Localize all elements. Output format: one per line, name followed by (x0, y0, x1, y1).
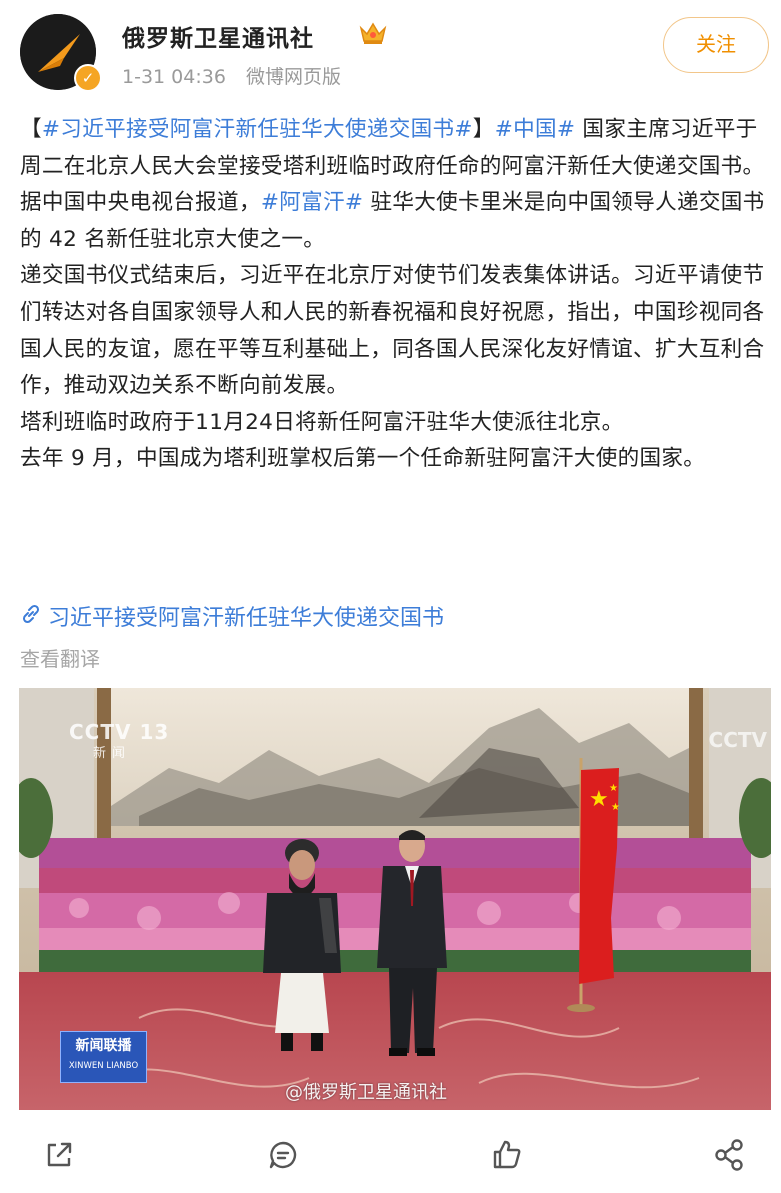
post-time: 1-31 04:36 (122, 66, 226, 88)
cctv-13-logo: CCTV 13 新闻 (69, 720, 169, 761)
post-text-segment: 递交国书仪式结束后，习近平在北京厅对使节们发表集体讲话。习近平请使节们转达对各自… (20, 263, 765, 399)
like-icon (493, 1140, 521, 1169)
cctv-left-text: CCTV 13 (69, 720, 170, 744)
post-text: 【#习近平接受阿富汗新任驻华大使递交国书#】#中国# 国家主席习近平于周二在北京… (20, 112, 770, 478)
crown-icon (359, 22, 387, 44)
post-source: 微博网页版 (245, 66, 341, 88)
post-meta: 1-31 04:36 微博网页版 (122, 62, 355, 89)
translate-button[interactable]: 查看翻译 (20, 643, 100, 672)
post-image[interactable]: ★ ★ ★ CCTV 13 新闻 CCTV 新闻联播 XINWEN LIANBO… (19, 688, 771, 1110)
cctv-left-subtext: 新闻 (93, 746, 132, 761)
post-header: ✓ 俄罗斯卫星通讯社 1-31 04:36 微博网页版 关注 (0, 0, 781, 100)
post-paragraph: 【#习近平接受阿富汗新任驻华大使递交国书#】#中国# 国家主席习近平于周二在北京… (20, 112, 770, 185)
follow-button[interactable]: 关注 (663, 17, 769, 73)
author-name[interactable]: 俄罗斯卫星通讯社 (122, 19, 314, 53)
svg-text:★: ★ (609, 783, 618, 794)
post-paragraph: 塔利班临时政府于11月24日将新任阿富汗驻华大使派往北京。 (20, 405, 770, 442)
post-text-segment: 据中国中央电视台报道， (20, 190, 261, 216)
post-text-segment: 塔利班临时政府于11月24日将新任阿富汗驻华大使派往北京。 (20, 409, 624, 435)
topic-link[interactable]: 习近平接受阿富汗新任驻华大使递交国书 (20, 600, 444, 632)
post-paragraph: 据中国中央电视台报道，#阿富汗# 驻华大使卡里米是向中国领导人递交国书的 42 … (20, 185, 770, 258)
more-share-button[interactable] (712, 1138, 756, 1182)
hashtag-link[interactable]: #习近平接受阿富汗新任驻华大使递交国书# (42, 117, 473, 142)
post-text-segment: 【 (20, 117, 42, 142)
post-text-segment: 去年 9 月，中国成为塔利班掌权后第一个任命新驻阿富汗大使的国家。 (20, 446, 706, 472)
post-text-segment: 】 (472, 117, 495, 142)
verified-badge-icon: ✓ (74, 64, 102, 92)
link-icon (22, 604, 40, 624)
share-button[interactable] (42, 1138, 86, 1182)
share-icon (47, 1142, 72, 1167)
hashtag-link[interactable]: #中国# (495, 117, 576, 142)
cctv-right-logo: CCTV (708, 728, 767, 752)
like-button[interactable] (490, 1138, 534, 1182)
hashtag-link[interactable]: #阿富汗# (261, 190, 363, 215)
action-bar (0, 1130, 781, 1190)
svg-text:★: ★ (589, 787, 609, 812)
svg-text:★: ★ (611, 802, 620, 813)
post-paragraph: 去年 9 月，中国成为塔利班掌权后第一个任命新驻阿富汗大使的国家。 (20, 441, 770, 478)
comment-icon (269, 1141, 297, 1169)
topic-link-text[interactable]: 习近平接受阿富汗新任驻华大使递交国书 (48, 606, 444, 631)
comment-button[interactable] (266, 1138, 310, 1182)
post-paragraph: 递交国书仪式结束后，习近平在北京厅对使节们发表集体讲话。习近平请使节们转达对各自… (20, 258, 770, 404)
more-share-icon (715, 1139, 743, 1171)
news-logo-en: XINWEN LIANBO (68, 1061, 139, 1071)
image-watermark: @俄罗斯卫星通讯社 (285, 1082, 447, 1103)
xinwen-lianbo-logo: 新闻联播 XINWEN LIANBO (60, 1031, 147, 1083)
news-logo-cn: 新闻联播 (75, 1038, 132, 1054)
